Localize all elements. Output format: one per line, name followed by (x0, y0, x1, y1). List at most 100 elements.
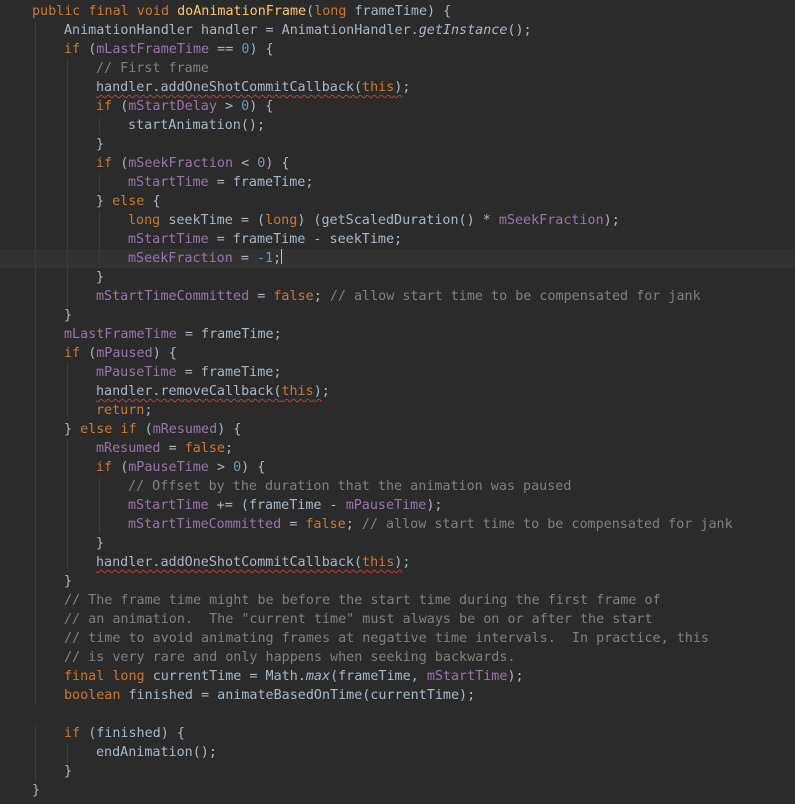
indent-guide (35, 458, 36, 477)
code-token: mSeekFraction (128, 251, 233, 266)
code-line[interactable] (0, 705, 795, 724)
code-token: } (64, 308, 73, 323)
code-token: ; (273, 251, 282, 266)
code-line[interactable]: } (0, 572, 795, 591)
indent-guide (35, 230, 36, 249)
indent-guide (99, 249, 100, 268)
code-line[interactable]: mStartTimeCommitted = false; // allow st… (0, 287, 795, 306)
code-line[interactable]: mResumed = false; (0, 439, 795, 458)
indent-guide (35, 249, 36, 268)
code-token: // The frame time might be before the st… (64, 593, 661, 608)
indent-guide (35, 553, 36, 572)
code-token: mPaused (96, 346, 153, 361)
code-line[interactable]: if (mLastFrameTime == 0) { (0, 40, 795, 59)
indent-guide (35, 401, 36, 420)
code-line[interactable]: } (0, 762, 795, 781)
code-token: (frameTime, (330, 669, 427, 684)
code-token: = (281, 517, 306, 532)
code-line[interactable]: final long currentTime = Math.max(frameT… (0, 667, 795, 686)
code-line[interactable]: if (mPaused) { (0, 344, 795, 363)
code-line[interactable]: } else if (mResumed) { (0, 420, 795, 439)
code-line[interactable]: } (0, 268, 795, 287)
code-line[interactable]: } (0, 306, 795, 325)
code-token: mSeekFraction (498, 213, 604, 228)
code-token: // is very rare and only happens when se… (64, 650, 516, 665)
code-line[interactable]: handler.addOneShotCommitCallback(this); (0, 78, 795, 97)
code-token: ( (144, 422, 153, 437)
code-token: < (233, 156, 258, 171)
code-line[interactable]: } (0, 781, 795, 800)
code-token: public final void (32, 4, 178, 19)
indent-guide (35, 629, 36, 648)
indent-guide (67, 135, 68, 154)
code-token: mResumed (96, 441, 161, 456)
code-token: ; (345, 517, 362, 532)
code-line[interactable]: // an animation. The "current time" must… (0, 610, 795, 629)
code-token: > (208, 460, 234, 475)
code-line[interactable]: if (mSeekFraction < 0) { (0, 154, 795, 173)
code-line[interactable]: long seekTime = (long) (getScaledDuratio… (0, 211, 795, 230)
indent-guide (67, 230, 68, 249)
code-line[interactable]: mStartTimeCommitted = false; // allow st… (0, 515, 795, 534)
code-token: if (64, 42, 89, 57)
code-token: mResumed (152, 422, 218, 437)
code-line[interactable]: if (mPauseTime > 0) { (0, 458, 795, 477)
indent-guide (35, 610, 36, 629)
code-line[interactable]: endAnimation(); (0, 743, 795, 762)
indent-guide (35, 78, 36, 97)
code-token: == (209, 42, 242, 57)
code-line[interactable]: if (mStartDelay > 0) { (0, 97, 795, 116)
code-line[interactable]: // First frame (0, 59, 795, 78)
code-token: else if (80, 422, 145, 437)
code-line[interactable]: // The frame time might be before the st… (0, 591, 795, 610)
code-line[interactable]: } else { (0, 192, 795, 211)
code-line[interactable]: handler.addOneShotCommitCallback(this); (0, 553, 795, 572)
code-token: mLastFrameTime (96, 42, 210, 57)
code-token: this (362, 80, 395, 95)
code-line[interactable]: mSeekFraction = -1; (0, 249, 795, 268)
code-line[interactable]: mStartTime = frameTime; (0, 173, 795, 192)
code-line[interactable]: mStartTime += (frameTime - mPauseTime); (0, 496, 795, 515)
indent-guide (67, 287, 68, 306)
indent-guide (99, 116, 100, 135)
code-token: // First frame (96, 61, 209, 76)
code-token: handler.addOneShotCommitCallback( (96, 80, 363, 95)
indent-guide (35, 496, 36, 515)
code-line[interactable]: // Offset by the duration that the anima… (0, 477, 795, 496)
code-token: mPauseTime (128, 460, 209, 475)
code-line[interactable]: if (finished) { (0, 724, 795, 743)
indent-guide (35, 762, 36, 781)
code-token: false (305, 517, 346, 532)
code-line[interactable]: boolean finished = animateBasedOnTime(cu… (0, 686, 795, 705)
code-line[interactable]: AnimationHandler handler = AnimationHand… (0, 21, 795, 40)
indent-guide (67, 496, 68, 515)
code-line[interactable]: // time to avoid animating frames at neg… (0, 629, 795, 648)
code-line[interactable]: } (0, 135, 795, 154)
code-line[interactable]: mStartTime = frameTime - seekTime; (0, 230, 795, 249)
indent-guide (35, 439, 36, 458)
indent-guide (35, 116, 36, 135)
indent-guide (67, 192, 68, 211)
code-line[interactable]: // is very rare and only happens when se… (0, 648, 795, 667)
code-token: long (314, 4, 355, 19)
code-token: ) { (249, 42, 274, 57)
indent-guide (67, 154, 68, 173)
indent-guide (35, 344, 36, 363)
code-line[interactable]: mPauseTime = frameTime; (0, 363, 795, 382)
code-token: handler.removeCallback( (96, 384, 282, 399)
code-line[interactable]: mLastFrameTime = frameTime; (0, 325, 795, 344)
code-line[interactable]: public final void doAnimationFrame(long … (0, 2, 795, 21)
code-line[interactable]: return; (0, 401, 795, 420)
indent-guide (99, 211, 100, 230)
indent-guide (67, 458, 68, 477)
code-line[interactable]: startAnimation(); (0, 116, 795, 135)
indent-guide (67, 97, 68, 116)
code-line[interactable]: handler.removeCallback(this); (0, 382, 795, 401)
indent-guide (67, 116, 68, 135)
indent-guide (99, 515, 100, 534)
code-line[interactable]: } (0, 534, 795, 553)
code-token: ; (225, 441, 234, 456)
code-token: ) { (265, 156, 290, 171)
code-token: ) { (241, 460, 266, 475)
code-editor[interactable]: public final void doAnimationFrame(long … (0, 0, 795, 804)
